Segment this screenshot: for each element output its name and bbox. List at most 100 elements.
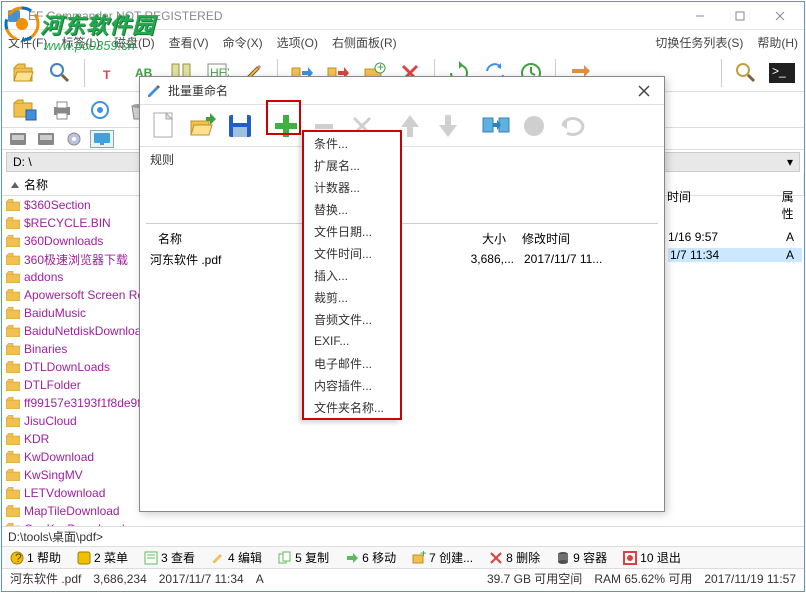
ctx-menu-item[interactable]: EXIF... [304,330,400,352]
command-input[interactable]: D:\tools\桌面\pdf> [2,526,804,546]
col-attr[interactable]: 属性 [782,188,804,222]
drive-tab-hdd-d[interactable] [34,130,58,148]
status-size: 3,686,234 [93,572,146,586]
drive-tab-desktop[interactable] [90,130,114,148]
fkey-4[interactable]: 4 编辑 [203,549,270,566]
print-button[interactable] [46,94,78,126]
path-text: D: \ [13,155,32,169]
status-now: 2017/11/19 11:57 [704,572,796,586]
dialog-file-list[interactable]: 河东软件 .pdf 3,686,... 2017/11/7 11... [140,248,664,270]
fkey-2[interactable]: 2 菜单 [69,549,136,566]
folder-icon [6,523,20,526]
folder-icon [6,307,20,319]
dialog-file-row[interactable]: 河东软件 .pdf 3,686,... 2017/11/7 11... [150,250,654,268]
menu-help[interactable]: 帮助(H) [757,34,798,51]
search-button[interactable] [44,57,76,89]
dialog-titlebar: 批量重命名 [140,77,664,105]
status-date: 2017/11/7 11:34 [159,572,244,586]
dlg-col-size[interactable]: 大小 [444,230,514,247]
apply-button[interactable] [478,108,514,144]
ctx-menu-item[interactable]: 音频文件... [304,308,400,330]
stop-button[interactable] [516,108,552,144]
folder-tree-button[interactable] [8,94,40,126]
app-icon [6,8,22,24]
folder-icon [6,505,20,517]
right-row-2[interactable]: 1/7 11:34 A [668,248,802,262]
path-dropdown-icon[interactable]: ▾ [787,155,793,169]
folder-icon [6,451,20,463]
drive-tab-hdd-c[interactable] [6,130,30,148]
dialog-icon [146,83,162,99]
settings-button[interactable] [84,94,116,126]
fkey-9[interactable]: 9 容器 [548,549,615,566]
function-key-bar: ?1 帮助2 菜单3 查看4 编辑5 复制6 移动+7 创建...8 删除9 容… [2,546,804,568]
dlg-col-mod[interactable]: 修改时间 [514,230,654,247]
dialog-close-button[interactable] [630,79,658,103]
ctx-menu-item[interactable]: 内容插件... [304,374,400,396]
ctx-menu-item[interactable]: 文件时间... [304,242,400,264]
fkey-8[interactable]: 8 删除 [481,549,548,566]
undo-button[interactable] [554,108,590,144]
menu-opts[interactable]: 选项(O) [277,34,318,51]
menu-view[interactable]: 查看(V) [169,34,209,51]
move-down-button[interactable] [430,108,466,144]
folder-icon [6,235,20,247]
ctx-menu-item[interactable]: 条件... [304,132,400,154]
drive-tab-cd[interactable] [62,130,86,148]
status-attr: A [256,572,264,586]
fkey-10[interactable]: 10 退出 [615,549,689,566]
minimize-button[interactable] [680,4,720,28]
svg-text:T: T [103,68,111,82]
add-rule-button[interactable] [268,108,304,144]
folder-icon [6,217,20,229]
text-button[interactable]: T [93,57,125,89]
folder-icon [6,487,20,499]
menu-disk[interactable]: 磁盘(D) [114,34,155,51]
menu-tab[interactable]: 标签(L) [61,34,100,51]
close-button[interactable] [760,4,800,28]
fkey-3[interactable]: 3 查看 [136,549,203,566]
menu-file[interactable]: 文件(F) [8,34,47,51]
maximize-button[interactable] [720,4,760,28]
new-rule-button[interactable] [146,108,182,144]
open-rules-button[interactable] [184,108,220,144]
folder-icon [6,379,20,391]
folder-icon [6,397,20,409]
rules-area: 规则 [140,147,664,223]
folder-icon [6,469,20,481]
folder-icon [6,433,20,445]
batch-rename-dialog: 批量重命名 规则 名称 大小 修改时间 河东软件 .pdf 3,686,... … [139,76,665,512]
ctx-menu-item[interactable]: 替换... [304,198,400,220]
ctx-menu-item[interactable]: 插入... [304,264,400,286]
ctx-menu-item[interactable]: 扩展名... [304,154,400,176]
menu-tasklist[interactable]: 切换任务列表(S) [655,34,743,51]
ctx-menu-item[interactable]: 电子邮件... [304,352,400,374]
save-rules-button[interactable] [222,108,258,144]
status-disk: 39.7 GB 可用空间 [487,570,582,587]
ctx-menu-item[interactable]: 裁剪... [304,286,400,308]
ctx-menu-item[interactable]: 计数器... [304,176,400,198]
fkey-7[interactable]: +7 创建... [404,549,481,566]
statusbar: 河东软件 .pdf 3,686,234 2017/11/7 11:34 A 39… [2,568,804,588]
folder-icon [6,271,20,283]
menu-rightpanel[interactable]: 右侧面板(R) [332,34,397,51]
right-panel-header: 时间 属性 [667,188,804,222]
folder-icon [6,415,20,427]
fkey-5[interactable]: 5 复制 [270,549,337,566]
ctx-menu-item[interactable]: 文件日期... [304,220,400,242]
menubar: 文件(F) 标签(L) 磁盘(D) 查看(V) 命令(X) 选项(O) 右侧面板… [2,30,804,54]
folder-icon [6,325,20,337]
svg-text:?: ? [15,551,22,565]
add-rule-context-menu: 条件...扩展名...计数器...替换...文件日期...文件时间...插入..… [302,130,402,420]
ctx-menu-item[interactable]: 文件夹名称... [304,396,400,418]
find-button[interactable] [730,57,762,89]
terminal-button[interactable]: >_ [766,57,798,89]
menu-cmd[interactable]: 命令(X) [223,34,263,51]
dialog-table-header: 名称 大小 修改时间 [140,228,664,248]
fkey-6[interactable]: 6 移动 [337,549,404,566]
svg-text:+: + [377,61,384,74]
fkey-1[interactable]: ?1 帮助 [2,549,69,566]
col-time[interactable]: 时间 [667,188,742,222]
folder-icon [6,343,20,355]
open-folder-button[interactable] [8,57,40,89]
